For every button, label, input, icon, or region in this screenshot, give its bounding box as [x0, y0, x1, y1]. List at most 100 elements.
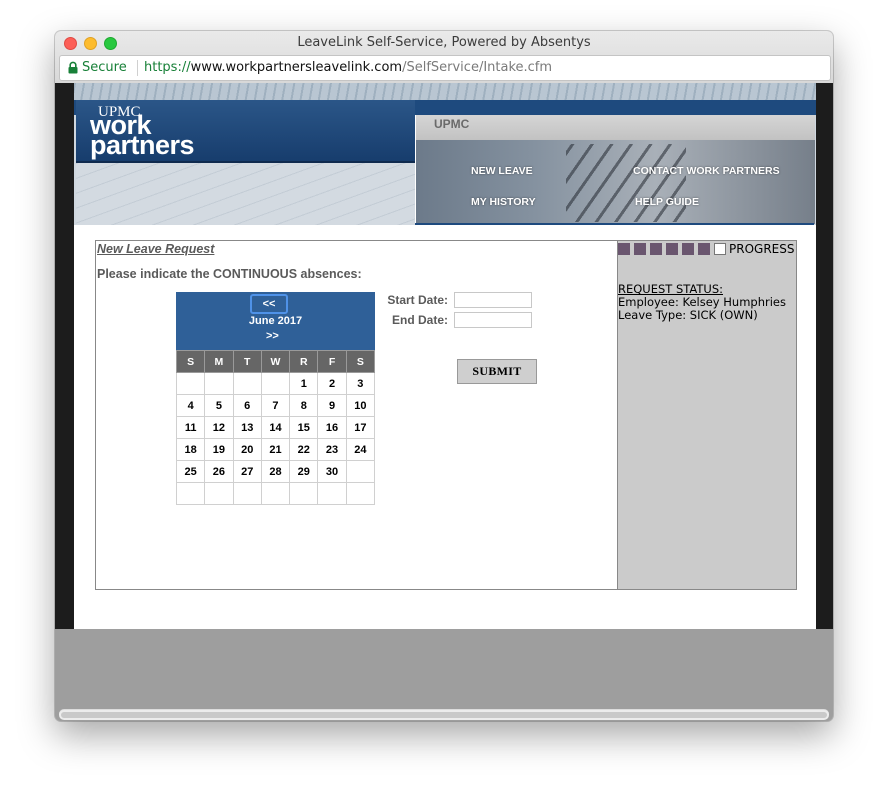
page: UPMC work partners UPMC NEW LEAVE CONTAC…	[74, 83, 816, 629]
url-host: www.workpartnersleavelink.com	[190, 60, 403, 75]
calendar-day-empty	[317, 482, 347, 505]
progress-step-complete	[682, 243, 694, 255]
page-viewport: UPMC work partners UPMC NEW LEAVE CONTAC…	[55, 83, 833, 629]
progress-step-complete	[666, 243, 678, 255]
work-partners-logo[interactable]: UPMC work partners	[76, 100, 415, 163]
calendar-day[interactable]: 17	[345, 416, 376, 439]
calendar-day[interactable]: 3	[345, 372, 376, 395]
calendar-day-empty	[345, 460, 376, 483]
end-date-label: End Date:	[391, 313, 448, 327]
calendar-day[interactable]: 22	[289, 438, 319, 461]
calendar-day[interactable]: 29	[289, 460, 319, 483]
calendar-day-empty	[260, 482, 291, 505]
calendar-day[interactable]: 15	[289, 416, 319, 439]
calendar-week: 4 5 6 7 8 9 10	[175, 394, 376, 417]
progress-step-complete	[650, 243, 662, 255]
weekday-header: W	[260, 350, 291, 373]
weekday-header: R	[289, 350, 319, 373]
calendar-day[interactable]: 1	[289, 372, 319, 395]
instruction-text: Please indicate the CONTINUOUS absences:	[97, 267, 362, 281]
next-month-button[interactable]: >>	[266, 330, 279, 342]
calendar-day[interactable]: 9	[317, 394, 347, 417]
url-text[interactable]: https://www.workpartnersleavelink.com/Se…	[144, 56, 552, 80]
calendar-day[interactable]: 10	[345, 394, 376, 417]
calendar-day[interactable]: 28	[260, 460, 291, 483]
empty-page-area	[55, 629, 833, 709]
banner-bottom-line	[415, 223, 814, 225]
notebook-rings-image	[566, 144, 686, 222]
calendar-day[interactable]: 26	[204, 460, 234, 483]
browser-window: LeaveLink Self-Service, Powered by Absen…	[55, 31, 833, 721]
calendar-week: 11 12 13 14 15 16 17	[175, 416, 376, 439]
calendar-day[interactable]: 25	[175, 460, 206, 483]
calendar-week: 18 19 20 21 22 23 24	[175, 438, 376, 461]
calendar-day-empty	[175, 482, 206, 505]
weekday-header: T	[232, 350, 262, 373]
calendar-day[interactable]: 2	[317, 372, 347, 395]
end-date-input[interactable]	[454, 312, 532, 328]
leave-type: Leave Type: SICK (OWN)	[618, 308, 758, 322]
calendar-day[interactable]: 18	[175, 438, 206, 461]
calendar-day[interactable]: 16	[317, 416, 347, 439]
secure-label: Secure	[82, 60, 127, 75]
progress-step-pending	[714, 243, 726, 255]
header-banner: UPMC work partners UPMC NEW LEAVE CONTAC…	[74, 83, 816, 225]
banner-texture	[74, 83, 816, 100]
calendar-day[interactable]: 12	[204, 416, 234, 439]
lock-icon	[68, 61, 78, 74]
calendar-week: 25 26 27 28 29 30	[175, 460, 376, 483]
calendar-day[interactable]: 7	[260, 394, 291, 417]
calendar-week	[175, 482, 376, 505]
calendar-day[interactable]: 5	[204, 394, 234, 417]
start-date-label: Start Date:	[387, 293, 448, 307]
nav-contact-work-partners[interactable]: CONTACT WORK PARTNERS	[633, 165, 780, 177]
title-bar: LeaveLink Self-Service, Powered by Absen…	[55, 31, 833, 84]
weekday-header: F	[317, 350, 347, 373]
org-bar: UPMC	[415, 115, 815, 140]
calendar-day-empty	[289, 482, 319, 505]
nav-help-guide[interactable]: HELP GUIDE	[635, 196, 699, 208]
calendar-day[interactable]: 30	[317, 460, 347, 483]
weekday-header: S	[175, 350, 206, 373]
scrollbar-thumb[interactable]	[61, 712, 827, 718]
calendar-grid: S M T W R F S 1 2 3 4 5 6 7 8 9 10 11 12…	[175, 350, 376, 505]
calendar-day-empty	[232, 482, 262, 505]
calendar-day[interactable]: 27	[232, 460, 262, 483]
banner-photo: NEW LEAVE CONTACT WORK PARTNERS MY HISTO…	[415, 140, 815, 224]
calendar-day-empty	[260, 372, 291, 395]
calendar-day[interactable]: 20	[232, 438, 262, 461]
calendar-day[interactable]: 14	[260, 416, 291, 439]
logo-partners-text: partners	[90, 130, 195, 160]
submit-button[interactable]: SUBMIT	[457, 359, 537, 384]
calendar-day-empty	[345, 482, 376, 505]
calendar-day[interactable]: 13	[232, 416, 262, 439]
calendar-month-label: June 2017	[248, 315, 303, 327]
calendar-day[interactable]: 21	[260, 438, 291, 461]
weekday-header: M	[204, 350, 234, 373]
horizontal-scrollbar[interactable]	[59, 709, 829, 720]
calendar-day[interactable]: 24	[345, 438, 376, 461]
progress-step-complete	[698, 243, 710, 255]
nav-new-leave[interactable]: NEW LEAVE	[471, 165, 533, 177]
start-date-input[interactable]	[454, 292, 532, 308]
calendar-day[interactable]: 8	[289, 394, 319, 417]
employee-name: Employee: Kelsey Humphries	[618, 295, 786, 309]
calendar-day[interactable]: 6	[232, 394, 262, 417]
new-leave-request-link[interactable]: New Leave Request	[97, 242, 214, 256]
banner-sketch-image	[76, 163, 415, 225]
request-status-sidebar: PROGRESS REQUEST STATUS: Employee: Kelse…	[618, 241, 796, 589]
content-panel: New Leave Request Please indicate the CO…	[95, 240, 797, 590]
calendar-day[interactable]: 11	[175, 416, 206, 439]
calendar-day[interactable]: 19	[204, 438, 234, 461]
calendar: << June 2017 >> S M T W R F S 1 2 3 4 5 …	[175, 292, 376, 505]
progress-step-complete	[634, 243, 646, 255]
request-status-heading: REQUEST STATUS:	[618, 282, 723, 296]
calendar-day-empty	[204, 372, 234, 395]
prev-month-button[interactable]: <<	[250, 294, 288, 314]
org-label: UPMC	[434, 117, 470, 131]
address-bar[interactable]: Secure https://www.workpartnersleavelink…	[59, 55, 831, 81]
calendar-day[interactable]: 4	[175, 394, 206, 417]
nav-my-history[interactable]: MY HISTORY	[471, 196, 536, 208]
calendar-day[interactable]: 23	[317, 438, 347, 461]
url-scheme: https://	[144, 60, 191, 75]
